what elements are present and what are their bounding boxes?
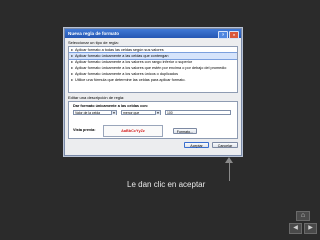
preview-label: Vista previa: <box>73 128 96 132</box>
arrow-stem <box>229 161 230 181</box>
triangle-left-icon[interactable]: ◀ <box>289 223 302 234</box>
help-icon[interactable]: ? <box>218 30 228 39</box>
format-button[interactable]: Formato... <box>173 128 197 134</box>
house-icon[interactable]: ⌂ <box>296 211 310 221</box>
description-label: Editar una descripción de regla: <box>68 95 125 100</box>
new-format-rule-dialog: Nueva regla de formato ? × Seleccionar u… <box>64 28 242 156</box>
rule-type-label: Seleccionar un tipo de regla: <box>68 40 119 45</box>
ok-button[interactable]: Aceptar <box>184 142 209 148</box>
window-controls: ? × <box>218 30 239 39</box>
operator-select-value: menor que <box>123 111 140 115</box>
cancel-button[interactable]: Cancelar <box>212 142 238 148</box>
value-input[interactable]: 100 <box>165 110 231 115</box>
chevron-down-icon[interactable]: ▼ <box>155 111 160 115</box>
condition-select[interactable]: Valor de la celda ▼ <box>73 110 117 115</box>
value-input-text: 100 <box>167 111 173 115</box>
dialog-title-bar: Nueva regla de formato ? × <box>65 29 241 39</box>
close-icon[interactable]: × <box>229 30 239 39</box>
chevron-down-icon[interactable]: ▼ <box>111 111 116 115</box>
dialog-title: Nueva regla de formato <box>68 31 120 36</box>
rule-type-list[interactable]: Aplicar formato a todas las celdas según… <box>68 46 238 93</box>
operator-select[interactable]: menor que ▼ <box>121 110 161 115</box>
rule-type-item[interactable]: Utilice una fórmula que determine las ce… <box>69 77 237 83</box>
preview-sample: AaBbCcYyZz <box>103 125 163 137</box>
format-only-cells-title: Dar formato únicamente a las celdas con: <box>73 104 149 108</box>
condition-select-value: Valor de la celda <box>75 111 101 115</box>
caption-text: Le dan clic en aceptar <box>127 180 206 189</box>
rule-description-panel: Dar formato únicamente a las celdas con:… <box>68 101 238 139</box>
triangle-right-icon[interactable]: ▶ <box>304 223 317 234</box>
